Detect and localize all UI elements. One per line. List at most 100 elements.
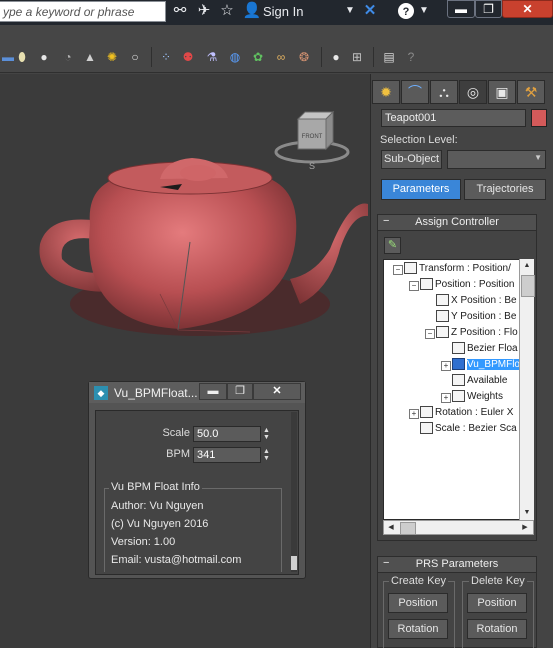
- close-window-button[interactable]: ✕: [502, 0, 553, 18]
- toolbar-icon-sun[interactable]: ✺: [104, 49, 120, 65]
- toolbar-icon-layers[interactable]: ▤: [381, 49, 397, 65]
- collapse-icon[interactable]: −: [393, 265, 403, 275]
- hscroll-thumb[interactable]: [400, 522, 416, 535]
- tree-node[interactable]: Weights: [452, 389, 503, 405]
- viewcube[interactable]: FRONT S: [274, 110, 350, 171]
- collapse-icon[interactable]: −: [425, 329, 435, 339]
- tree-node[interactable]: Y Position : Be: [436, 309, 516, 325]
- subobject-dropdown[interactable]: ▼: [447, 150, 546, 169]
- delete-key-label: Delete Key: [469, 575, 527, 587]
- tab-utilities[interactable]: ⚒: [517, 80, 545, 104]
- tab-hierarchy[interactable]: ⛬: [430, 80, 458, 104]
- dialog-close-button[interactable]: ✕: [253, 383, 301, 400]
- expand-icon[interactable]: +: [409, 409, 419, 419]
- tab-motion[interactable]: ◎: [459, 80, 487, 104]
- tree-node[interactable]: Bezier Floa: [452, 341, 518, 357]
- tree-node[interactable]: X Position : Be: [436, 293, 517, 309]
- tree-node-label: Position : Position: [435, 279, 515, 290]
- minimize-button[interactable]: ▬: [447, 0, 475, 18]
- toolbar-icon-network[interactable]: ⚗: [204, 49, 220, 65]
- subobject-button[interactable]: Sub-Object: [381, 150, 442, 169]
- toolbar-icon-chain[interactable]: ∞: [273, 49, 289, 65]
- toolbar-icon-disc[interactable]: ⬮: [14, 49, 30, 65]
- tree-node[interactable]: Position : Position: [420, 277, 515, 293]
- scroll-right-arrow[interactable]: ▶: [518, 521, 532, 534]
- controller-icon: [452, 342, 465, 355]
- tree-node-label: Available: [467, 375, 508, 386]
- tab-modify[interactable]: ⌒: [401, 80, 429, 104]
- expand-icon[interactable]: +: [441, 361, 451, 371]
- toolbar-icon-grid[interactable]: ⊞: [349, 49, 365, 65]
- create-position-key-button[interactable]: Position: [388, 593, 448, 613]
- dialog-minimize-button[interactable]: ▬: [199, 383, 227, 400]
- toolbar-icon-molecule[interactable]: ⚉: [180, 49, 196, 65]
- tree-node[interactable]: Available: [452, 373, 507, 389]
- star-icon[interactable]: ☆: [217, 0, 237, 22]
- object-name-field[interactable]: Teapot001: [381, 109, 526, 127]
- tree-node[interactable]: Z Position : Flo: [436, 325, 518, 341]
- binoculars-icon[interactable]: ⚯: [170, 0, 190, 22]
- dialog-maximize-button[interactable]: ❐: [227, 383, 253, 400]
- chevron-down-icon[interactable]: ▼: [343, 0, 357, 22]
- tab-display[interactable]: ▣: [488, 80, 516, 104]
- expand-icon[interactable]: +: [441, 393, 451, 403]
- collapse-icon: −: [383, 215, 390, 227]
- scale-spinner-field[interactable]: 50.0: [193, 426, 261, 442]
- toolbar-icon-help[interactable]: ?: [403, 49, 419, 65]
- user-icon[interactable]: 👤: [242, 0, 262, 22]
- scroll-down-arrow[interactable]: ▼: [520, 506, 534, 520]
- assign-controller-button[interactable]: ✎: [384, 237, 401, 254]
- tree-node[interactable]: Rotation : Euler X: [420, 405, 513, 421]
- object-color-swatch[interactable]: [531, 109, 547, 127]
- bpm-spinner-arrows[interactable]: ▲ ▼: [262, 448, 271, 462]
- toolbar-icon-sphere[interactable]: ○: [127, 49, 143, 65]
- tab-trajectories[interactable]: Trajectories: [464, 179, 546, 200]
- toolbar-icon-render-sphere[interactable]: ●: [328, 49, 344, 65]
- controller-tree[interactable]: Transform : Position/− Position : Positio…: [383, 259, 520, 520]
- tree-node[interactable]: Scale : Bezier Sca: [420, 421, 517, 437]
- toolbar-icon-eye[interactable]: ◔: [60, 49, 76, 65]
- bpm-spinner-field[interactable]: 341: [193, 447, 261, 463]
- collapse-icon[interactable]: −: [409, 281, 419, 291]
- toolbar-icon-swirl[interactable]: ❂: [296, 49, 312, 65]
- sign-in-button[interactable]: Sign In: [263, 4, 303, 19]
- tree-vertical-scrollbar[interactable]: ▲ ▼: [519, 259, 535, 520]
- scroll-left-arrow[interactable]: ◀: [384, 521, 398, 534]
- tree-node-label: Z Position : Flo: [451, 327, 518, 338]
- tab-create[interactable]: ✹: [372, 80, 400, 104]
- assign-controller-rollout-header[interactable]: − Assign Controller: [377, 214, 537, 231]
- satellite-icon[interactable]: ✈: [194, 0, 214, 22]
- help-dropdown-icon[interactable]: ▼: [418, 0, 430, 22]
- exchange-icon[interactable]: ✕: [360, 0, 380, 22]
- tree-horizontal-scrollbar[interactable]: ◀ ▶: [383, 520, 534, 535]
- delete-position-key-button[interactable]: Position: [467, 593, 527, 613]
- toolbar-icon-plant[interactable]: ✿: [250, 49, 266, 65]
- toolbar-icon-cone[interactable]: ▲: [82, 49, 98, 65]
- info-group-title: Vu BPM Float Info: [109, 481, 202, 493]
- prs-parameters-title: PRS Parameters: [415, 558, 499, 570]
- toolbar-icon-particles[interactable]: ⁘: [158, 49, 174, 65]
- maximize-button[interactable]: ❐: [475, 0, 502, 18]
- create-rotation-key-button[interactable]: Rotation: [388, 619, 448, 639]
- toolbar-icon-globe[interactable]: ◍: [227, 49, 243, 65]
- tab-parameters[interactable]: Parameters: [381, 179, 461, 200]
- dialog-scrollbar[interactable]: [291, 412, 297, 572]
- help-icon[interactable]: ?: [396, 0, 416, 27]
- search-input[interactable]: ype a keyword or phrase: [0, 1, 166, 22]
- controller-icon: [436, 310, 449, 323]
- info-copyright: (c) Vu Nguyen 2016: [111, 518, 209, 530]
- tree-node[interactable]: Transform : Position/: [404, 261, 511, 277]
- tree-node[interactable]: Vu_BPMFlo: [452, 357, 519, 373]
- teapot[interactable]: [39, 158, 369, 336]
- controller-icon: [420, 422, 433, 435]
- dialog-scroll-thumb[interactable]: [291, 556, 297, 570]
- info-author: Author: Vu Nguyen: [111, 500, 204, 512]
- delete-rotation-key-button[interactable]: Rotation: [467, 619, 527, 639]
- tree-node-label: Y Position : Be: [451, 311, 517, 322]
- prs-parameters-rollout-header[interactable]: − PRS Parameters: [377, 556, 537, 573]
- scroll-up-arrow[interactable]: ▲: [520, 259, 534, 273]
- scale-spinner-arrows[interactable]: ▲ ▼: [262, 427, 271, 441]
- scale-label: Scale: [162, 427, 190, 439]
- scroll-thumb[interactable]: [521, 275, 535, 297]
- toolbar-icon-circle[interactable]: ●: [36, 49, 52, 65]
